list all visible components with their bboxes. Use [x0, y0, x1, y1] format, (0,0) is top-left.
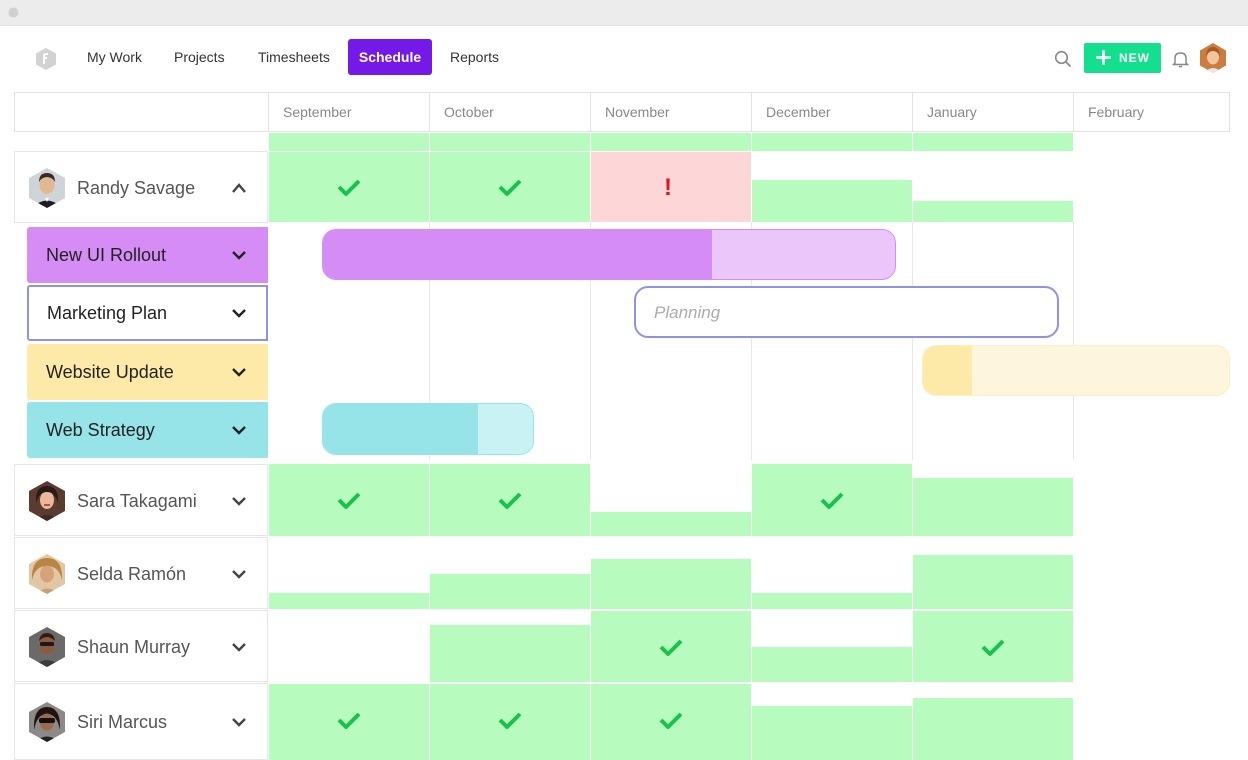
plus-icon: [1096, 50, 1111, 65]
progress-fill: [323, 404, 479, 454]
capacity-block: [752, 593, 912, 609]
project-bar-web-strategy[interactable]: [322, 403, 534, 455]
month-header: October: [429, 92, 591, 132]
window-titlebar: [0, 0, 1248, 26]
nav-projects[interactable]: Projects: [161, 39, 238, 75]
avatar: [29, 168, 65, 208]
capacity-block: [913, 133, 1073, 151]
progress-fill: [923, 346, 972, 395]
month-header: December: [751, 92, 913, 132]
capacity-block: [430, 625, 590, 682]
new-button-label: NEW: [1119, 51, 1150, 65]
person-name: Selda Ramón: [77, 564, 187, 584]
person-name: Siri Marcus: [77, 712, 168, 732]
person-row-randy-savage[interactable]: Randy Savage: [14, 151, 268, 223]
project-label-new-ui-rollout[interactable]: New UI Rollout: [27, 227, 268, 283]
check-icon: [337, 492, 361, 509]
month-header: November: [590, 92, 752, 132]
project-bar-new-ui-rollout[interactable]: [322, 229, 896, 280]
status-label: Planning: [654, 303, 721, 322]
project-bar-marketing-plan[interactable]: Planning: [634, 286, 1059, 338]
check-icon: [337, 179, 361, 196]
check-icon: [820, 492, 844, 509]
app-logo-icon[interactable]: [35, 47, 57, 71]
nav-my-work[interactable]: My Work: [74, 39, 155, 75]
person-row-sara-takagami[interactable]: Sara Takagami: [14, 464, 268, 536]
month-header: September: [268, 92, 430, 132]
project-name: Web Strategy: [46, 420, 155, 440]
project-label-web-strategy[interactable]: Web Strategy: [27, 402, 268, 458]
chevron-down-icon[interactable]: [231, 716, 247, 728]
avatar: [29, 481, 65, 521]
schedule-grid: September October November December Janu…: [14, 92, 1230, 760]
capacity-block: [913, 698, 1073, 760]
user-avatar[interactable]: [1200, 43, 1226, 73]
person-name: Randy Savage: [77, 178, 196, 198]
search-icon[interactable]: [1054, 50, 1072, 68]
nav-schedule[interactable]: Schedule: [348, 39, 432, 75]
person-row-selda-ramon[interactable]: Selda Ramón: [14, 537, 268, 609]
capacity-block: [752, 706, 912, 760]
capacity-block: [591, 133, 751, 151]
check-icon: [498, 492, 522, 509]
capacity-block: [269, 593, 429, 609]
person-row-siri-marcus[interactable]: Siri Marcus: [14, 683, 268, 760]
capacity-block: [752, 647, 912, 682]
avatar: [29, 627, 65, 667]
chevron-down-icon[interactable]: [231, 307, 247, 319]
check-icon: [498, 179, 522, 196]
avatar: [29, 554, 65, 594]
chevron-down-icon[interactable]: [231, 568, 247, 580]
check-icon: [498, 712, 522, 729]
project-label-marketing-plan[interactable]: Marketing Plan: [27, 285, 268, 341]
chevron-down-icon[interactable]: [231, 495, 247, 507]
grid-corner: [14, 92, 269, 132]
window-control-icon[interactable]: [8, 7, 19, 18]
chevron-up-icon[interactable]: [231, 182, 247, 194]
project-name: Website Update: [46, 362, 174, 382]
nav-timesheets[interactable]: Timesheets: [245, 39, 343, 75]
avatar: [29, 702, 65, 742]
capacity-block: [591, 559, 751, 609]
check-icon: [981, 639, 1005, 656]
chevron-down-icon[interactable]: [231, 366, 247, 378]
check-icon: [659, 712, 683, 729]
capacity-block: [269, 133, 429, 151]
capacity-block: [752, 180, 912, 223]
project-name: Marketing Plan: [47, 303, 168, 323]
project-bar-website-update[interactable]: [922, 345, 1230, 396]
top-navigation: My Work Projects Timesheets Schedule Rep…: [0, 26, 1248, 92]
check-icon: [337, 712, 361, 729]
capacity-block: [430, 574, 590, 609]
project-label-website-update[interactable]: Website Update: [27, 344, 268, 400]
check-icon: [659, 639, 683, 656]
alert-icon: !: [664, 174, 672, 201]
bell-icon[interactable]: [1172, 50, 1189, 68]
person-name: Shaun Murray: [77, 637, 191, 657]
progress-fill: [323, 230, 712, 279]
new-button[interactable]: NEW: [1084, 43, 1161, 73]
chevron-down-icon[interactable]: [231, 424, 247, 436]
person-row-shaun-murray[interactable]: Shaun Murray: [14, 610, 268, 682]
chevron-down-icon[interactable]: [231, 249, 247, 261]
capacity-block: [913, 555, 1073, 609]
capacity-block: [430, 133, 590, 151]
capacity-block: [913, 201, 1073, 223]
nav-reports[interactable]: Reports: [437, 39, 512, 75]
capacity-block: [913, 478, 1073, 536]
month-header: January: [912, 92, 1074, 132]
month-header: February: [1073, 92, 1230, 132]
person-name: Sara Takagami: [77, 491, 197, 511]
app-window: My Work Projects Timesheets Schedule Rep…: [0, 0, 1248, 760]
capacity-block: [591, 512, 751, 536]
capacity-block: [752, 133, 912, 151]
project-name: New UI Rollout: [46, 245, 167, 265]
chevron-down-icon[interactable]: [231, 641, 247, 653]
